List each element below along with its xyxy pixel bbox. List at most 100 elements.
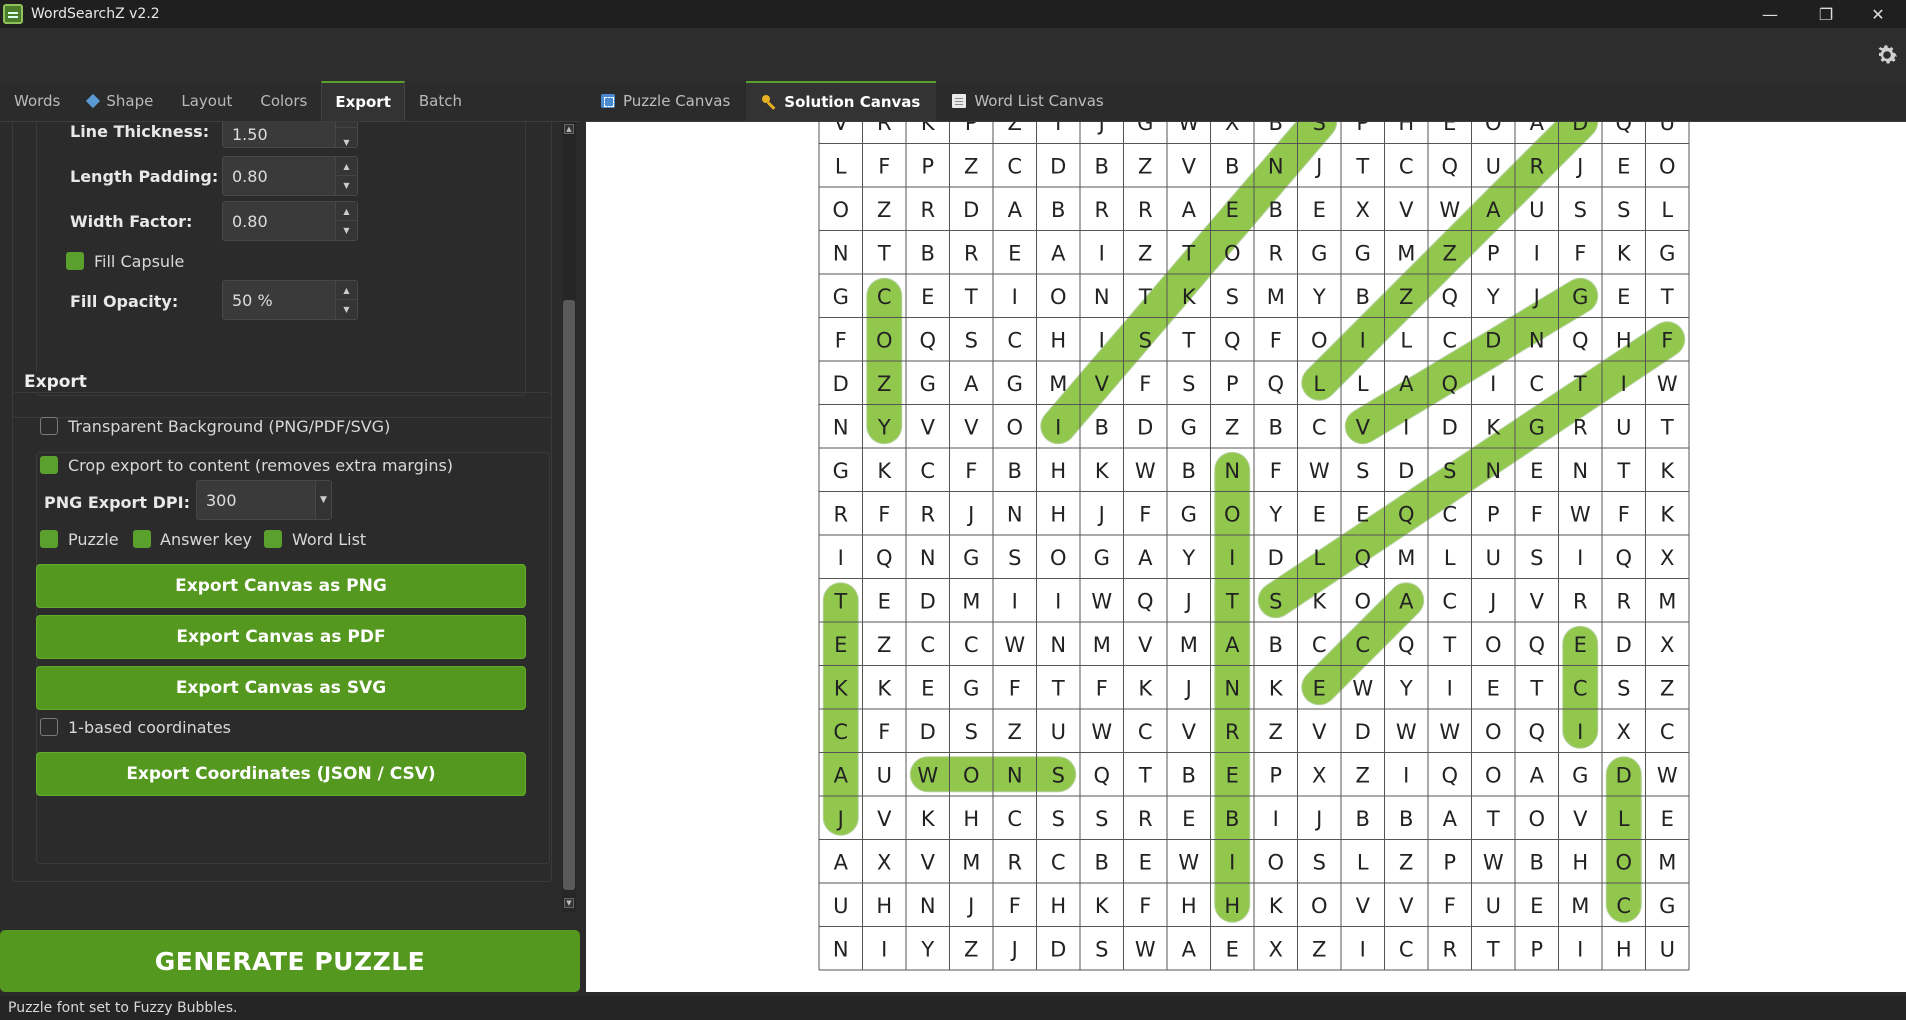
export-png-button[interactable]: Export Canvas as PNG (36, 564, 526, 608)
grid-letter: S (1617, 198, 1630, 222)
spin-down-icon[interactable]: ▼ (336, 221, 357, 240)
grid-letter: C (1616, 894, 1631, 918)
grid-letter: M (962, 850, 980, 874)
grid-letter: I (1577, 546, 1583, 570)
grid-letter: W (1135, 937, 1156, 961)
tab-word-list-canvas[interactable]: Word List Canvas (936, 81, 1119, 121)
export-svg-button[interactable]: Export Canvas as SVG (36, 666, 526, 710)
grid-letter: T (1529, 676, 1543, 700)
scrollbar-thumb[interactable] (563, 300, 575, 890)
grid-letter: U (1051, 720, 1066, 744)
scroll-up-icon[interactable]: ▲ (564, 124, 574, 134)
grid-letter: S (1313, 122, 1326, 135)
grid-letter: Q (876, 546, 893, 570)
export-pdf-button[interactable]: Export Canvas as PDF (36, 615, 526, 659)
spin-down-icon[interactable]: ▼ (336, 176, 357, 195)
close-icon[interactable]: ✕ (1850, 0, 1906, 28)
spin-down-icon[interactable]: ▼ (336, 133, 357, 152)
gear-icon[interactable] (1874, 42, 1900, 68)
tab-batch[interactable]: Batch (405, 81, 476, 121)
transparent-background-checkbox[interactable] (40, 417, 58, 435)
grid-letter: Y (877, 415, 891, 439)
grid-letter: Y (1268, 502, 1282, 526)
spin-up-icon[interactable]: ▲ (336, 157, 357, 176)
grid-letter: C (920, 459, 935, 483)
tab-puzzle-canvas[interactable]: Puzzle Canvas (585, 81, 746, 121)
grid-letter: T (1660, 415, 1674, 439)
grid-letter: B (1269, 633, 1283, 657)
grid-letter: L (1357, 372, 1369, 396)
grid-letter: Q (1354, 546, 1371, 570)
puzzle-checkbox[interactable] (40, 530, 58, 548)
grid-letter: O (1485, 122, 1502, 135)
tab-export[interactable]: Export (321, 81, 405, 121)
grid-letter: R (1007, 850, 1022, 874)
settings-scrollbar[interactable]: ▲ ▼ (562, 122, 576, 912)
one-based-coordinates-checkbox[interactable] (40, 718, 58, 736)
grid-letter: K (1617, 241, 1632, 265)
grid-letter: H (1181, 894, 1197, 918)
grid-letter: X (1269, 937, 1283, 961)
answer-key-checkbox[interactable] (133, 530, 151, 548)
grid-letter: E (1313, 198, 1326, 222)
grid-letter: N (833, 241, 849, 265)
solution-canvas[interactable]: VRKPZIJGWXBSPHEOADQULFPZCDBZVBNJTCQURJEO… (586, 122, 1906, 992)
export-coordinates-button[interactable]: Export Coordinates (JSON / CSV) (36, 752, 526, 796)
word-list-checkbox[interactable] (264, 530, 282, 548)
grid-letter: L (1313, 546, 1325, 570)
grid-letter: G (1094, 546, 1110, 570)
generate-puzzle-button[interactable]: GENERATE PUZZLE (0, 930, 580, 992)
length-padding-label: Length Padding: (70, 167, 219, 186)
grid-letter: W (1091, 589, 1112, 613)
width-factor-spinbox[interactable]: 0.80 ▲ ▼ (222, 201, 358, 241)
grid-letter: K (877, 459, 892, 483)
crop-export-checkbox[interactable] (40, 456, 58, 474)
grid-letter: F (1139, 502, 1151, 526)
grid-letter: N (1268, 154, 1284, 178)
grid-letter: M (1397, 546, 1415, 570)
fill-capsule-checkbox[interactable] (66, 252, 84, 270)
line-thickness-spinbox[interactable]: 1.50 ▲ ▼ (222, 122, 358, 148)
grid-letter: G (833, 285, 849, 309)
spin-up-icon[interactable]: ▲ (336, 122, 357, 128)
grid-letter: I (1229, 850, 1235, 874)
scroll-down-icon[interactable]: ▼ (564, 898, 574, 908)
tab-colors[interactable]: Colors (246, 81, 321, 121)
grid-letter: R (1094, 198, 1109, 222)
grid-letter: I (1055, 122, 1061, 135)
grid-letter: M (1571, 894, 1589, 918)
grid-letter: I (1490, 372, 1496, 396)
grid-letter: T (1181, 328, 1195, 352)
minimize-icon[interactable]: — (1742, 0, 1798, 28)
png-dpi-label: PNG Export DPI: (44, 493, 190, 512)
grid-letter: P (1269, 763, 1282, 787)
grid-letter: E (1661, 807, 1674, 831)
grid-letter: A (964, 372, 979, 396)
grid-letter: J (966, 894, 974, 918)
fill-opacity-spinbox[interactable]: 50 % ▲ ▼ (222, 280, 358, 320)
grid-letter: K (1486, 415, 1501, 439)
grid-letter: Q (1093, 763, 1110, 787)
grid-letter: A (1399, 372, 1414, 396)
tab-words[interactable]: Words (0, 81, 74, 121)
spin-down-icon[interactable]: ▼ (336, 300, 357, 319)
png-dpi-select[interactable]: 300 ▼ (196, 480, 332, 520)
grid-letter: R (1529, 154, 1544, 178)
grid-letter: J (1184, 589, 1192, 613)
grid-letter: I (1273, 807, 1279, 831)
tab-solution-canvas[interactable]: Solution Canvas (746, 81, 937, 121)
grid-letter: D (1050, 154, 1066, 178)
grid-letter: W (1439, 198, 1460, 222)
tab-layout[interactable]: Layout (167, 81, 246, 121)
grid-letter: C (833, 720, 848, 744)
grid-letter: B (1356, 807, 1370, 831)
length-padding-spinbox[interactable]: 0.80 ▲ ▼ (222, 156, 358, 196)
grid-letter: D (1442, 415, 1458, 439)
grid-letter: F (1009, 894, 1021, 918)
restore-icon[interactable]: ❐ (1798, 0, 1854, 28)
grid-letter: K (1138, 676, 1153, 700)
spin-up-icon[interactable]: ▲ (336, 202, 357, 221)
spin-up-icon[interactable]: ▲ (336, 281, 357, 300)
tab-shape[interactable]: Shape (74, 81, 167, 121)
grid-letter: S (1052, 807, 1065, 831)
